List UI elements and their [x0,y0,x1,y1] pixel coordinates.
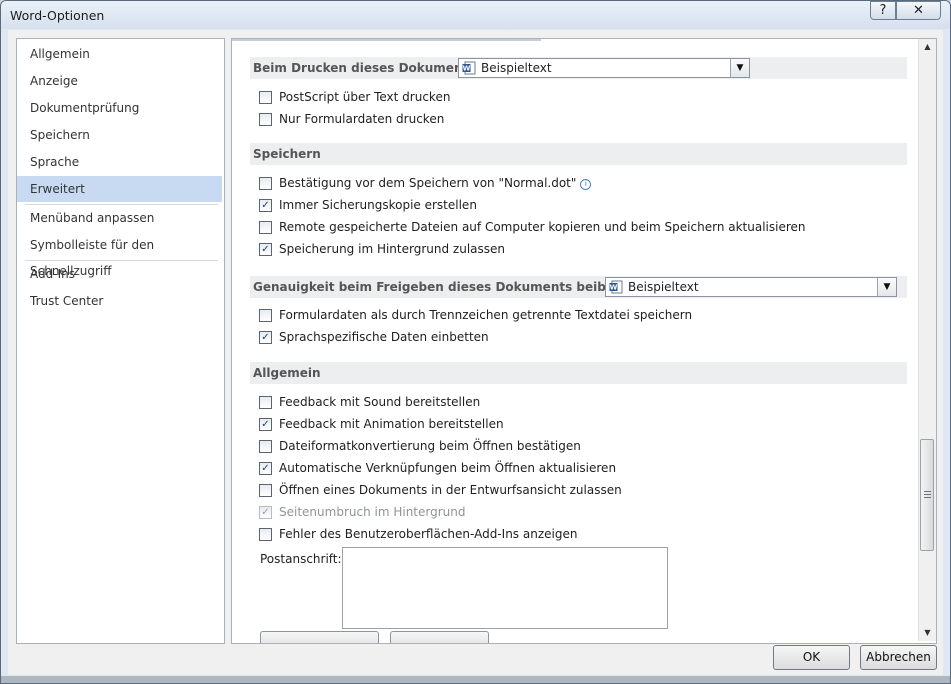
scroll-up-icon[interactable]: ▲ [919,39,936,55]
info-icon[interactable]: i [580,179,592,190]
sidebar-item-trust-center[interactable]: Trust Center [17,288,222,314]
option-label: Fehler des Benutzeroberflächen-Add-Ins a… [279,527,578,541]
option-label: Automatische Verknüpfungen beim Öffnen a… [279,461,617,475]
grip-line [924,497,931,498]
option-label: Öffnen eines Dokuments in der Entwurfsan… [279,483,622,497]
section-header-allgemein: Allgemein [250,362,907,384]
print-document-combo-value: Beispieltext [481,61,552,75]
sidebar-item-sprache[interactable]: Sprache [17,149,222,175]
cancel-button[interactable]: Abbrechen [860,645,937,670]
word-options-window: Word-Optionen ? ✕ Allgemein Anzeige Doku… [0,0,951,684]
background-strip [1,676,950,683]
fidelity-document-combo[interactable]: W Beispieltext ▼ [605,277,897,297]
option-label: Remote gespeicherte Dateien auf Computer… [279,220,806,234]
option-label: Dateiformatkonvertierung beim Öffnen bes… [279,439,581,453]
option-label: Immer Sicherungskopie erstellen [279,198,477,212]
help-button[interactable]: ? [870,1,896,20]
checkbox-checked[interactable]: ✓ [259,418,272,431]
partial-button-right[interactable] [390,631,489,643]
ok-button[interactable]: OK [773,645,850,670]
sidebar-item-symbolleiste[interactable]: Symbolleiste für den Schnellzugriff [17,232,222,278]
option-label: Sprachspezifische Daten einbetten [279,330,489,344]
word-document-icon: W [609,280,623,294]
checkbox-checked-disabled: ✓ [259,506,272,519]
sidebar-item-dokumentpruefung[interactable]: Dokumentprüfung [17,95,222,121]
section-title-speichern: Speichern [253,147,321,161]
option-label: Feedback mit Animation bereitstellen [279,417,504,431]
scroll-down-icon[interactable]: ▼ [919,625,936,641]
partial-button-left[interactable] [260,631,379,643]
checkbox[interactable] [259,440,272,453]
option-label: Nur Formulardaten drucken [279,112,445,126]
title-bar: Word-Optionen ? ✕ [1,1,950,29]
grip-line [924,491,931,492]
option-label: Bestätigung vor dem Speichern von "Norma… [279,176,592,190]
checkbox[interactable] [259,484,272,497]
option-label: PostScript über Text drucken [279,90,451,104]
sidebar-item-erweitert[interactable]: Erweitert [17,176,222,202]
print-document-combo[interactable]: W Beispieltext ▼ [458,58,750,78]
svg-text:W: W [463,65,471,73]
option-label: Speicherung im Hintergrund zulassen [279,242,506,256]
svg-text:W: W [610,284,618,292]
sidebar-item-add-ins[interactable]: Add-Ins [17,261,222,287]
scrollbar-thumb[interactable] [920,439,934,551]
checkbox[interactable] [259,309,272,322]
checkbox[interactable] [259,177,272,190]
window-title: Word-Optionen [10,8,105,23]
sidebar-item-anzeige[interactable]: Anzeige [17,68,222,94]
checkbox-checked[interactable]: ✓ [259,462,272,475]
checkbox-checked[interactable]: ✓ [259,331,272,344]
option-label: Formulardaten als durch Trennzeichen get… [279,308,693,322]
sidebar-item-menueband-anpassen[interactable]: Menüband anpassen [17,205,222,231]
option-label: Feedback mit Sound bereitstellen [279,395,481,409]
checkbox[interactable] [259,396,272,409]
advanced-options-panel: Beim Drucken dieses Dokuments: W Beispie… [231,38,937,644]
sidebar-item-allgemein[interactable]: Allgemein [17,41,222,67]
checkbox-checked[interactable]: ✓ [259,243,272,256]
checkbox-checked[interactable]: ✓ [259,199,272,212]
checkbox[interactable] [259,221,272,234]
section-header-speichern: Speichern [250,143,907,165]
grip-line [924,494,931,495]
chevron-down-icon[interactable]: ▼ [877,278,896,296]
option-label-text: Bestätigung vor dem Speichern von "Norma… [279,176,577,190]
fidelity-document-combo-value: Beispieltext [628,280,699,294]
vertical-scrollbar[interactable]: ▲ ▼ [918,39,936,641]
postanschrift-textarea[interactable] [342,547,668,629]
close-button[interactable]: ✕ [896,1,941,20]
checkbox[interactable] [259,528,272,541]
sidebar-item-speichern[interactable]: Speichern [17,122,222,148]
checkbox[interactable] [259,91,272,104]
section-title-print: Beim Drucken dieses Dokuments: [253,61,481,75]
section-divider [232,39,541,41]
category-sidebar: Allgemein Anzeige Dokumentprüfung Speich… [16,38,225,644]
chevron-down-icon[interactable]: ▼ [730,59,749,77]
option-label: Seitenumbruch im Hintergrund [279,505,466,519]
section-title-allgemein: Allgemein [253,366,321,380]
checkbox[interactable] [259,113,272,126]
postanschrift-label: Postanschrift: [260,552,342,566]
section-title-genauigkeit: Genauigkeit beim Freigeben dieses Dokume… [253,280,662,294]
word-document-icon: W [462,61,476,75]
dialog-client: Allgemein Anzeige Dokumentprüfung Speich… [8,30,943,675]
